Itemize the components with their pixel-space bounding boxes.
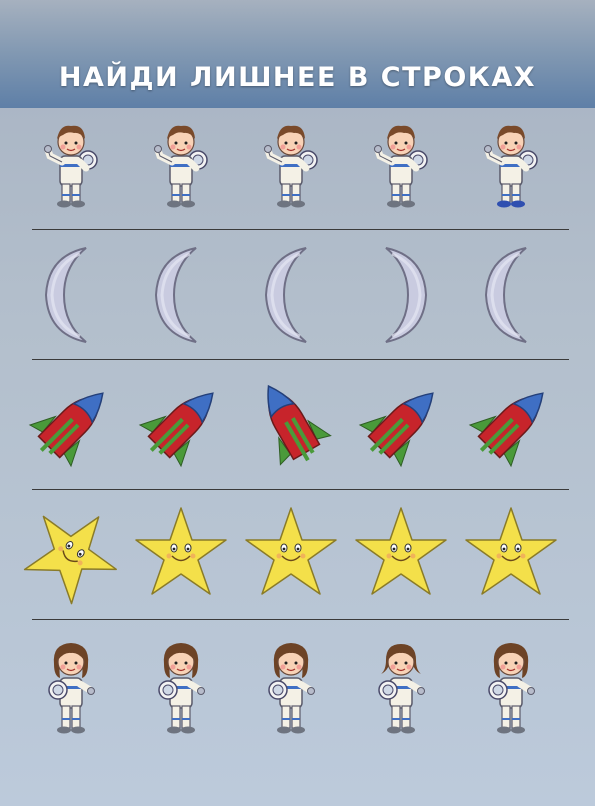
boy-astronaut-icon[interactable] xyxy=(236,112,346,222)
boy-astronaut-icon[interactable] xyxy=(126,112,236,222)
crescent-moon-icon[interactable] xyxy=(456,240,566,350)
rocket-icon[interactable] xyxy=(456,370,566,480)
girl-astronaut-icon[interactable] xyxy=(126,630,236,748)
girl-astronaut-icon[interactable] xyxy=(236,630,346,748)
row-boy-astronauts xyxy=(0,112,595,222)
boy-astronaut-icon[interactable] xyxy=(346,112,456,222)
crescent-moon-icon[interactable] xyxy=(16,240,126,350)
row-divider xyxy=(32,489,569,490)
row-divider xyxy=(32,359,569,360)
crescent-moon-icon[interactable] xyxy=(236,240,346,350)
girl-astronaut-icon[interactable] xyxy=(456,630,566,748)
rocket-icon[interactable] xyxy=(346,370,456,480)
row-divider xyxy=(32,229,569,230)
page-title: НАЙДИ ЛИШНЕЕ В СТРОКАХ xyxy=(58,62,537,93)
crescent-moon-icon[interactable] xyxy=(126,240,236,350)
star-icon[interactable] xyxy=(126,500,236,610)
row-girl-astronauts xyxy=(0,630,595,748)
row-stars xyxy=(0,500,595,610)
row-divider xyxy=(32,619,569,620)
rocket-icon[interactable] xyxy=(236,370,346,480)
girl-astronaut-icon[interactable] xyxy=(346,630,456,748)
star-icon[interactable] xyxy=(346,500,456,610)
star-icon[interactable] xyxy=(16,500,126,610)
rocket-icon[interactable] xyxy=(16,370,126,480)
row-rockets xyxy=(0,370,595,480)
crescent-moon-icon[interactable] xyxy=(346,240,456,350)
boy-astronaut-icon[interactable] xyxy=(16,112,126,222)
boy-astronaut-icon[interactable] xyxy=(456,112,566,222)
star-icon[interactable] xyxy=(236,500,346,610)
row-moons xyxy=(0,240,595,350)
star-icon[interactable] xyxy=(456,500,566,610)
girl-astronaut-icon[interactable] xyxy=(16,630,126,748)
rocket-icon[interactable] xyxy=(126,370,236,480)
